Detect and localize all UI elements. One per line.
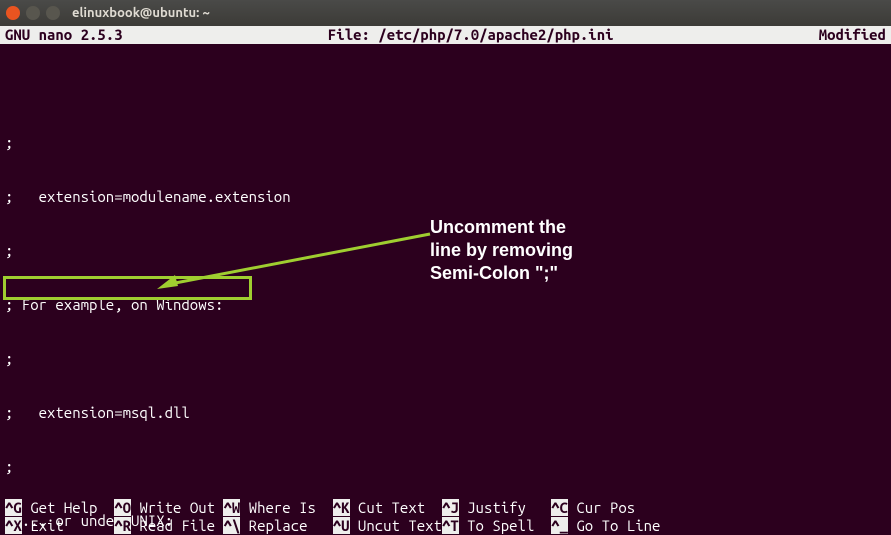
shortcut-label: Get Help [30, 499, 97, 516]
content-line: ; [5, 458, 886, 476]
content-line: ; extension=msql.dll [5, 404, 886, 422]
editor-content[interactable]: ; ; extension=modulename.extension ; ; F… [0, 44, 891, 535]
shortcut-label: Write Out [139, 499, 215, 516]
shortcut-row-2: ^X Exit ^R Read File ^\ Replace ^U Uncut… [5, 517, 886, 535]
shortcut-row-1: ^G Get Help ^O Write Out ^W Where Is ^K … [5, 499, 886, 517]
shortcut-key[interactable]: ^T [442, 517, 459, 534]
shortcut-label: Go To Line [576, 517, 660, 534]
terminal[interactable]: GNU nano 2.5.3 File: /etc/php/7.0/apache… [0, 26, 891, 535]
shortcut-key[interactable]: ^K [333, 499, 350, 516]
maximize-icon[interactable] [46, 6, 60, 20]
shortcut-key[interactable]: ^U [333, 517, 350, 534]
titlebar: elinuxbook@ubuntu: ~ [0, 0, 891, 26]
content-line: ; For example, on Windows: [5, 296, 886, 314]
shortcut-key[interactable]: ^_ [551, 517, 568, 534]
shortcut-label: Cur Pos [576, 499, 635, 516]
shortcut-label: Uncut Text [358, 517, 442, 534]
shortcut-label: Replace [249, 517, 308, 534]
shortcut-key[interactable]: ^J [442, 499, 459, 516]
window-title: elinuxbook@ubuntu: ~ [72, 6, 210, 20]
shortcut-label: Justify [467, 499, 526, 516]
content-line: ; [5, 350, 886, 368]
shortcut-key[interactable]: ^G [5, 499, 22, 516]
shortcut-key[interactable]: ^C [551, 499, 568, 516]
content-line: ; [5, 242, 886, 260]
content-line: ; [5, 134, 886, 152]
shortcut-key[interactable]: ^W [223, 499, 240, 516]
close-icon[interactable] [6, 6, 20, 20]
shortcut-label: Where Is [249, 499, 316, 516]
shortcut-key[interactable]: ^R [114, 517, 131, 534]
shortcut-label: Exit [30, 517, 64, 534]
shortcut-label: Read File [139, 517, 215, 534]
minimize-icon[interactable] [26, 6, 40, 20]
shortcut-label: To Spell [467, 517, 534, 534]
shortcut-label: Cut Text [358, 499, 425, 516]
blank-line [5, 80, 886, 98]
editor-header: GNU nano 2.5.3 File: /etc/php/7.0/apache… [0, 26, 891, 44]
shortcut-key[interactable]: ^X [5, 517, 22, 534]
content-line: ; extension=modulename.extension [5, 188, 886, 206]
window: elinuxbook@ubuntu: ~ GNU nano 2.5.3 File… [0, 0, 891, 535]
shortcut-key[interactable]: ^O [114, 499, 131, 516]
editor-status: Modified [819, 26, 886, 44]
shortcut-key[interactable]: ^\ [223, 517, 240, 534]
editor-footer: ^G Get Help ^O Write Out ^W Where Is ^K … [0, 499, 891, 535]
editor-file: File: /etc/php/7.0/apache2/php.ini [328, 26, 614, 44]
editor-name: GNU nano 2.5.3 [5, 26, 123, 44]
